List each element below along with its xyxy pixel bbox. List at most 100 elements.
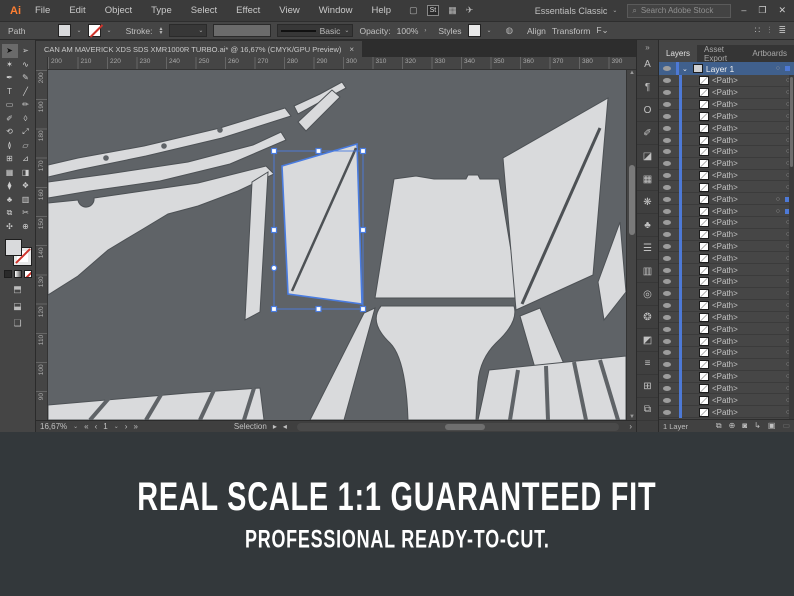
path-thumbnail[interactable] [699,123,709,133]
path-label[interactable]: <Path> [712,100,783,109]
path-label[interactable]: <Path> [712,207,773,216]
path-thumbnail[interactable] [699,242,709,251]
symbol-sprayer-tool-icon[interactable]: ♣ [2,193,18,207]
path-thumbnail[interactable] [699,324,709,334]
layer-thumbnail[interactable] [692,64,703,73]
layer-row-path[interactable]: <Path> ○ [659,311,794,324]
path-label[interactable]: <Path> [712,147,783,156]
visibility-eye-icon[interactable] [663,220,671,226]
zoom-level-value[interactable]: 16,67% [40,422,67,431]
path-thumbnail[interactable] [699,76,709,86]
brush-definition-dropdown[interactable] [213,24,272,37]
selection-tool-icon[interactable]: ➤ [1,44,18,58]
artboard-number-value[interactable]: 1 [103,422,107,431]
next-artboard-icon[interactable]: › [125,422,128,431]
layer-row-path[interactable]: <Path> ○ [659,252,794,265]
new-layer-icon[interactable]: ▣ [768,421,776,431]
menu-select[interactable]: Select [191,5,217,16]
canvas-vertical-scrollbar[interactable]: ▲ ▼ [626,70,636,420]
chevron-down-icon[interactable]: ⌄ [77,27,82,34]
magic-wand-tool-icon[interactable]: ✶ [2,58,18,72]
collect-for-export-icon[interactable]: ⧉ [716,421,722,431]
layers-scrollbar[interactable] [789,75,794,419]
pencil-tool-icon[interactable]: ✐ [2,112,18,126]
layer-row-path[interactable]: <Path> ○ [659,145,794,158]
layer-row-path[interactable]: <Path> ○ [659,157,794,170]
chevron-down-icon[interactable]: ⌄ [107,27,112,34]
path-thumbnail[interactable] [699,407,709,417]
selected-path[interactable] [273,142,364,310]
menu-edit[interactable]: Edit [69,5,85,16]
status-collapse-icon[interactable]: ◂ [283,422,287,431]
visibility-eye-icon[interactable] [663,66,671,71]
vertical-ruler[interactable]: 200 190 180 170 160 150 140 130 120 110 100 90 [36,70,48,420]
swatches-panel-icon[interactable]: ▦ [636,168,659,191]
scroll-up-icon[interactable]: ▲ [627,70,637,76]
visibility-eye-icon[interactable] [663,173,671,179]
path-thumbnail[interactable] [699,100,709,110]
canvas-horizontal-scrollbar[interactable] [296,422,620,431]
visibility-eye-icon[interactable] [663,338,671,344]
tab-close-icon[interactable]: × [349,45,354,54]
layer-row-path[interactable]: <Path> ○ [659,406,794,419]
path-label[interactable]: <Path> [712,230,783,239]
menu-effect[interactable]: Effect [236,5,260,16]
column-graph-tool-icon[interactable]: ▥ [18,193,34,207]
scroll-down-icon[interactable]: ▼ [627,414,637,420]
visibility-eye-icon[interactable] [663,397,671,403]
new-sublayer-icon[interactable]: ↳ [754,421,761,431]
layer-row-path[interactable]: <Path> ○ [659,75,794,87]
layer-row-path[interactable]: <Path> ○ [659,205,794,217]
close-button[interactable]: ✕ [778,5,786,16]
path-thumbnail[interactable] [699,336,709,346]
layer-row-path[interactable]: <Path> ○ [659,382,794,395]
path-thumbnail[interactable] [699,147,709,157]
layer-row-layer1[interactable]: ⌄ Layer 1 ○ [659,62,794,75]
layer-row-path[interactable]: <Path> ○ [659,276,794,288]
fill-stroke-widget[interactable] [4,239,32,266]
canvas[interactable] [48,70,626,420]
path-label[interactable]: <Path> [712,360,783,369]
path-thumbnail[interactable] [699,348,709,358]
path-thumbnail[interactable] [699,159,709,169]
scroll-right-icon[interactable]: › [629,422,632,431]
collapse-panels-icon[interactable]: » [645,43,649,53]
path-thumbnail[interactable] [699,194,709,204]
layer-row-path[interactable]: <Path> ○ [659,98,794,111]
layer-row-path[interactable]: <Path> ○ [659,299,794,312]
graphic-styles-panel-icon[interactable]: ◪ [636,145,659,168]
layer-row-path[interactable]: <Path> ○ [659,335,794,348]
stroke-panel-icon[interactable]: ☰ [636,237,659,260]
draw-normal-icon[interactable]: ⬒ [13,284,22,295]
adobe-stock-icon[interactable]: St [426,5,440,16]
layer-row-path[interactable]: <Path> ○ [659,394,794,407]
visibility-eye-icon[interactable] [663,255,671,261]
path-label[interactable]: <Path> [712,325,783,334]
ruler-origin-corner[interactable] [36,57,48,70]
path-label[interactable]: <Path> [712,195,773,204]
path-label[interactable]: <Path> [712,301,783,310]
paintbrush-tool-icon[interactable]: ✏ [18,98,34,112]
path-label[interactable]: <Path> [712,277,783,286]
visibility-eye-icon[interactable] [663,90,671,96]
visibility-eye-icon[interactable] [663,362,671,368]
opacity-value[interactable]: 100% [397,26,419,36]
screen-mode-icon[interactable]: ❏ [13,318,21,329]
gradient-button[interactable] [13,270,22,278]
shape-builder-tool-icon[interactable]: ⊞ [2,152,18,166]
visibility-eye-icon[interactable] [663,314,671,320]
selection-indicator[interactable] [785,66,790,71]
gradient-tool-icon[interactable]: ◨ [18,166,34,180]
visibility-eye-icon[interactable] [663,267,671,273]
visibility-eye-icon[interactable] [663,184,671,190]
visibility-eye-icon[interactable] [663,78,671,84]
visibility-eye-icon[interactable] [663,137,671,143]
transform-button[interactable]: Transform [552,26,590,36]
horizontal-ruler[interactable]: 200 210 220 230 240 250 260 270 280 290 300 310 320 3… [48,57,636,69]
layer-row-path[interactable]: <Path> ○ [659,323,794,336]
free-transform-tool-icon[interactable]: ▱ [18,139,34,153]
zoom-dropdown-icon[interactable]: ⌄ [73,423,78,430]
menu-file[interactable]: File [35,5,50,16]
path-label[interactable]: <Path> [712,372,783,381]
path-label[interactable]: <Path> [712,313,783,322]
